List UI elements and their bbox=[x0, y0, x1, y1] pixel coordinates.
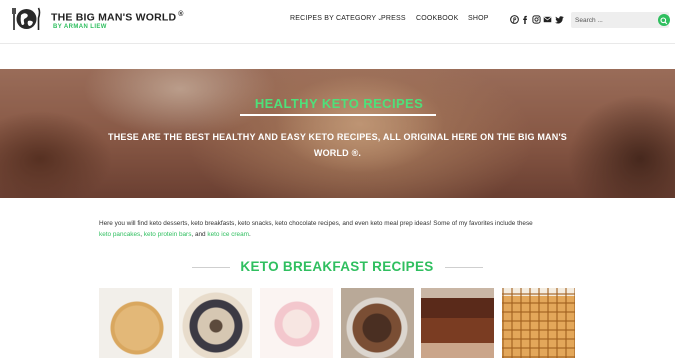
nav-recipes-by-category-label[interactable]: RECIPES BY CATEGORY bbox=[290, 15, 376, 22]
nav-press[interactable]: PRESS bbox=[381, 15, 406, 22]
nav-recipes-by-category[interactable]: RECIPES BY CATEGORY⌄ bbox=[290, 15, 383, 22]
site-header: THE BIG MAN'S WORLD ® BY ARMAN LIEW RECIP… bbox=[0, 0, 675, 44]
keto-ice-cream-link[interactable]: keto ice cream bbox=[207, 231, 249, 238]
keto-pancakes-link[interactable]: keto pancakes bbox=[99, 231, 140, 238]
page-subtitle: THESE ARE THE BEST HEALTHY AND EASY KETO… bbox=[108, 132, 567, 158]
keto-protein-bars-link[interactable]: keto protein bars bbox=[144, 231, 192, 238]
recipe-thumbnail-waffles[interactable] bbox=[502, 288, 575, 358]
site-title[interactable]: THE BIG MAN'S WORLD ® bbox=[51, 11, 184, 24]
site-title-text[interactable]: THE BIG MAN'S WORLD bbox=[51, 12, 176, 24]
search-input[interactable] bbox=[575, 14, 653, 26]
search-button[interactable] bbox=[658, 14, 670, 26]
recipe-thumbnail-chocolate-granola[interactable] bbox=[341, 288, 414, 358]
title-underline bbox=[240, 114, 436, 116]
intro-period: . bbox=[248, 231, 251, 238]
recipe-thumbnail-chocolate-bar[interactable] bbox=[421, 288, 494, 358]
twitter-icon[interactable] bbox=[555, 15, 564, 24]
section-divider-left bbox=[192, 267, 230, 268]
recipe-thumbnail-donuts[interactable] bbox=[260, 288, 333, 358]
search-icon bbox=[660, 17, 668, 25]
intro-text: Here you will find keto desserts, keto b… bbox=[99, 220, 533, 227]
registered-mark: ® bbox=[178, 11, 184, 18]
recipe-thumbnail-cookie[interactable] bbox=[99, 288, 172, 358]
recipe-thumbnail-oatmeal-bowl[interactable] bbox=[179, 288, 252, 358]
nav-shop[interactable]: SHOP bbox=[468, 15, 489, 22]
intro-paragraph: Here you will find keto desserts, keto b… bbox=[99, 218, 589, 240]
section-divider-right bbox=[445, 267, 483, 268]
site-byline: BY ARMAN LIEW bbox=[53, 24, 107, 30]
search-box bbox=[571, 12, 670, 28]
pinterest-icon[interactable] bbox=[510, 15, 519, 24]
email-icon[interactable] bbox=[543, 15, 552, 24]
nav-cookbook[interactable]: COOKBOOK bbox=[416, 15, 458, 22]
hero-banner: HEALTHY KETO RECIPES THESE ARE THE BEST … bbox=[0, 69, 675, 198]
facebook-icon[interactable] bbox=[521, 15, 530, 24]
intro-separator: , and bbox=[191, 231, 208, 238]
section-heading: KETO BREAKFAST RECIPES bbox=[240, 259, 434, 274]
instagram-icon[interactable] bbox=[532, 15, 541, 24]
globe-fork-knife-logo-icon[interactable] bbox=[11, 4, 41, 34]
